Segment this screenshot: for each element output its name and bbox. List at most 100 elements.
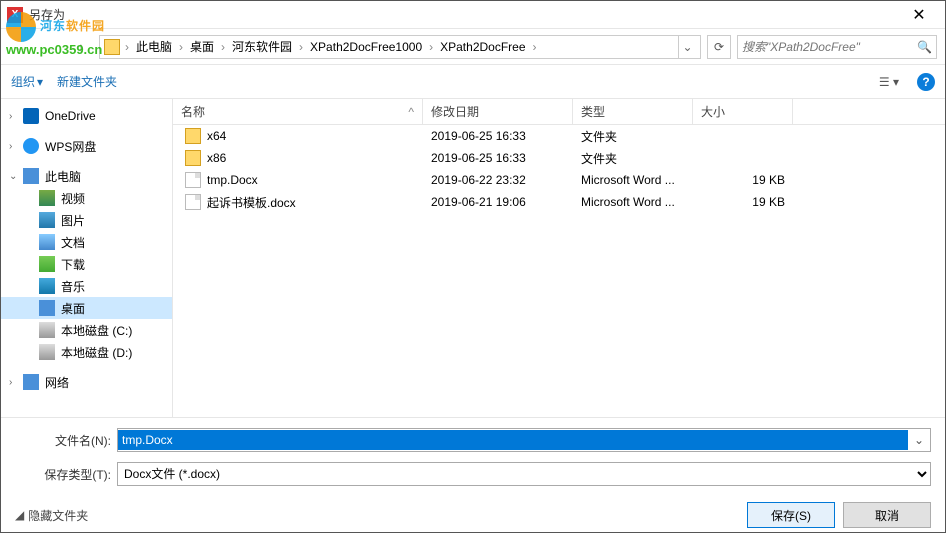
documents-icon [39, 234, 55, 250]
hide-folders-toggle[interactable]: ◢隐藏文件夹 [15, 507, 88, 524]
col-name[interactable]: 名称^ [173, 99, 423, 124]
chevron-right-icon: › [296, 40, 306, 54]
bottom-panel: 文件名(N): ⌄ 保存类型(T): Docx文件 (*.docx) ◢隐藏文件… [1, 417, 945, 536]
chevron-right-icon: › [530, 40, 540, 54]
file-type: 文件夹 [573, 128, 693, 145]
view-options-button[interactable]: ☰ ▾ [875, 73, 903, 91]
titlebar: X 另存为 ✕ [1, 1, 945, 29]
chevron-down-icon: ⌄ [9, 171, 17, 182]
docx-icon [185, 172, 201, 188]
breadcrumb-dropdown[interactable]: ⌄ [678, 36, 696, 58]
onedrive-icon [23, 108, 39, 124]
col-date[interactable]: 修改日期 [423, 99, 573, 124]
filename-field[interactable]: ⌄ [117, 428, 931, 452]
search-icon[interactable]: 🔍 [917, 40, 932, 54]
sidebar-downloads[interactable]: 下载 [1, 253, 172, 275]
filetype-select[interactable]: Docx文件 (*.docx) [118, 463, 930, 485]
chevron-right-icon: › [9, 141, 12, 152]
breadcrumb[interactable]: › 此电脑 › 桌面 › 河东软件园 › XPath2DocFree1000 ›… [99, 35, 701, 59]
window-title: 另存为 [29, 6, 899, 23]
filetype-label: 保存类型(T): [15, 466, 117, 483]
pictures-icon [39, 212, 55, 228]
chevron-right-icon: › [426, 40, 436, 54]
sidebar-onedrive[interactable]: ›OneDrive [1, 105, 172, 127]
network-icon [23, 374, 39, 390]
file-date: 2019-06-25 16:33 [423, 129, 573, 143]
sidebar-music[interactable]: 音乐 [1, 275, 172, 297]
chevron-right-icon: › [176, 40, 186, 54]
file-row[interactable]: x86 2019-06-25 16:33文件夹 [173, 147, 945, 169]
file-type: 文件夹 [573, 150, 693, 167]
file-name: tmp.Docx [207, 173, 258, 187]
file-name: 起诉书模板.docx [207, 194, 296, 211]
filetype-field[interactable]: Docx文件 (*.docx) [117, 462, 931, 486]
chevron-right-icon: › [9, 377, 12, 388]
refresh-button[interactable]: ⟳ [707, 35, 731, 59]
file-type: Microsoft Word ... [573, 173, 693, 187]
file-row[interactable]: 起诉书模板.docx 2019-06-21 19:06Microsoft Word… [173, 191, 945, 213]
breadcrumb-item[interactable]: XPath2DocFree [438, 40, 527, 54]
search-box[interactable]: 🔍 [737, 35, 937, 59]
desktop-icon [39, 300, 55, 316]
watermark: 河东软件园 www.pc0359.cn [6, 9, 105, 57]
toolbar: 组织 ▾ 新建文件夹 ☰ ▾ ? [1, 65, 945, 99]
search-input[interactable] [742, 40, 917, 54]
cancel-button[interactable]: 取消 [843, 502, 931, 528]
sidebar-wps[interactable]: ›WPS网盘 [1, 135, 172, 157]
organize-menu[interactable]: 组织 ▾ [11, 73, 43, 90]
sidebar-pictures[interactable]: 图片 [1, 209, 172, 231]
file-date: 2019-06-21 19:06 [423, 195, 573, 209]
file-pane: 名称^ 修改日期 类型 大小 x642019-06-25 16:33文件夹x86… [173, 99, 945, 417]
breadcrumb-item[interactable]: 河东软件园 [230, 38, 294, 55]
disk-icon [39, 322, 55, 338]
file-date: 2019-06-22 23:32 [423, 173, 573, 187]
docx-icon [185, 194, 201, 210]
file-name: x64 [207, 129, 226, 143]
chevron-down-icon: ▾ [37, 75, 43, 89]
breadcrumb-root[interactable]: 此电脑 [134, 38, 174, 55]
navbar: ← → ↑ › 此电脑 › 桌面 › 河东软件园 › XPath2DocFree… [1, 29, 945, 65]
close-button[interactable]: ✕ [899, 5, 939, 25]
sidebar-pc[interactable]: ⌄此电脑 [1, 165, 172, 187]
chevron-down-icon[interactable]: ⌄ [908, 433, 930, 447]
file-row[interactable]: tmp.Docx 2019-06-22 23:32Microsoft Word .… [173, 169, 945, 191]
music-icon [39, 278, 55, 294]
video-icon [39, 190, 55, 206]
file-size: 19 KB [693, 195, 793, 209]
filename-input[interactable] [118, 430, 908, 450]
chevron-right-icon: › [9, 111, 12, 122]
pc-icon [23, 168, 39, 184]
sidebar-disk-c[interactable]: 本地磁盘 (C:) [1, 319, 172, 341]
help-button[interactable]: ? [917, 73, 935, 91]
col-size[interactable]: 大小 [693, 99, 793, 124]
file-type: Microsoft Word ... [573, 195, 693, 209]
triangle-icon: ◢ [15, 508, 24, 522]
file-date: 2019-06-25 16:33 [423, 151, 573, 165]
pc-icon [104, 39, 120, 55]
filename-label: 文件名(N): [15, 432, 117, 449]
sidebar-video[interactable]: 视频 [1, 187, 172, 209]
file-size: 19 KB [693, 173, 793, 187]
col-type[interactable]: 类型 [573, 99, 693, 124]
breadcrumb-item[interactable]: 桌面 [188, 38, 216, 55]
folder-icon [185, 150, 201, 166]
file-row[interactable]: x64 2019-06-25 16:33文件夹 [173, 125, 945, 147]
sidebar-disk-d[interactable]: 本地磁盘 (D:) [1, 341, 172, 363]
chevron-right-icon: › [122, 40, 132, 54]
downloads-icon [39, 256, 55, 272]
sort-indicator-icon: ^ [408, 105, 414, 119]
new-folder-button[interactable]: 新建文件夹 [57, 73, 117, 90]
breadcrumb-item[interactable]: XPath2DocFree1000 [308, 40, 424, 54]
wps-icon [23, 138, 39, 154]
sidebar-documents[interactable]: 文档 [1, 231, 172, 253]
file-list: x64 2019-06-25 16:33文件夹 x86 2019-06-25 16:3… [173, 125, 945, 417]
folder-icon [185, 128, 201, 144]
file-name: x86 [207, 151, 226, 165]
disk-icon [39, 344, 55, 360]
sidebar-network[interactable]: ›网络 [1, 371, 172, 393]
save-button[interactable]: 保存(S) [747, 502, 835, 528]
chevron-right-icon: › [218, 40, 228, 54]
column-headers: 名称^ 修改日期 类型 大小 [173, 99, 945, 125]
sidebar-desktop[interactable]: 桌面 [1, 297, 172, 319]
sidebar: ›OneDrive ›WPS网盘 ⌄此电脑 视频 图片 文档 下载 音乐 桌面 … [1, 99, 173, 417]
